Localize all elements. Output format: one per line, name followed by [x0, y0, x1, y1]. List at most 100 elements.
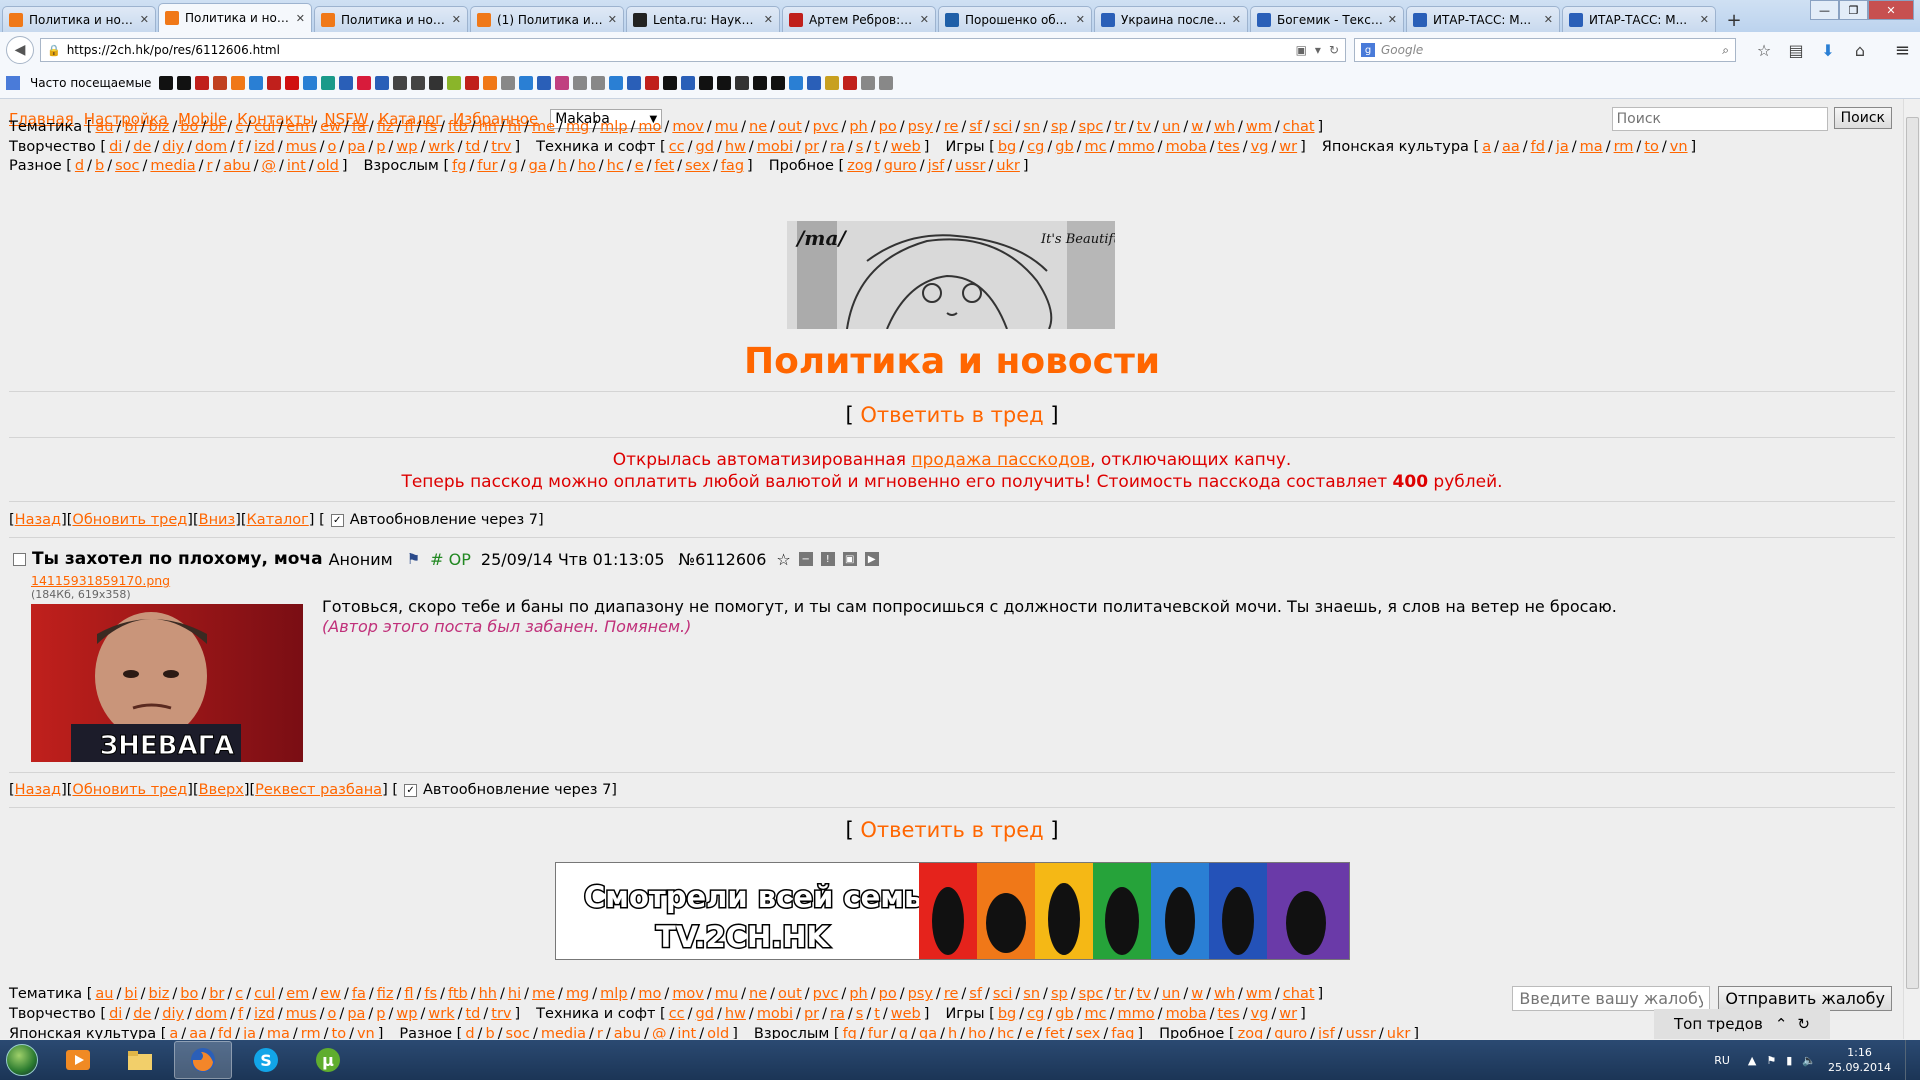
board-link[interactable]: vn: [357, 1026, 375, 1039]
board-link[interactable]: po: [879, 119, 897, 135]
board-link[interactable]: fag: [721, 158, 744, 174]
board-link[interactable]: rm: [1614, 139, 1634, 155]
browser-tab[interactable]: Политика и нов... ✕: [158, 3, 312, 32]
browser-tab[interactable]: Политика и нов... ✕: [2, 6, 156, 32]
board-link[interactable]: bg: [998, 139, 1016, 155]
board-link[interactable]: trv: [491, 1006, 511, 1022]
board-link[interactable]: mc: [1085, 1006, 1107, 1022]
board-link[interactable]: un: [1162, 119, 1180, 135]
board-link[interactable]: cul: [254, 986, 275, 1002]
complaint-input[interactable]: [1512, 986, 1711, 1011]
web-search-bar[interactable]: g Google ⌕: [1354, 38, 1736, 62]
board-link[interactable]: hw: [725, 139, 746, 155]
board-link[interactable]: gd: [696, 1006, 714, 1022]
board-link[interactable]: s: [856, 139, 864, 155]
browser-tab[interactable]: Политика и нов... ✕: [314, 6, 468, 32]
board-link[interactable]: bi: [124, 986, 137, 1002]
board-link[interactable]: cg: [1027, 1006, 1044, 1022]
board-link[interactable]: ew: [320, 986, 341, 1002]
board-link[interactable]: d: [465, 1026, 474, 1039]
board-link[interactable]: ga: [919, 1026, 937, 1039]
board-link[interactable]: gb: [1055, 1006, 1073, 1022]
board-link[interactable]: po: [879, 986, 897, 1002]
downloads-icon[interactable]: ⬇: [1812, 41, 1844, 60]
board-link[interactable]: em: [286, 119, 309, 135]
show-desktop-button[interactable]: [1905, 1040, 1920, 1080]
nav-refresh-link[interactable]: Обновить тред: [72, 512, 187, 528]
address-bar[interactable]: 🔒 https://2ch.hk/po/res/6112606.html ▣ ▾…: [40, 38, 1346, 62]
board-link[interactable]: mu: [715, 986, 738, 1002]
bookmark-favicon-icon[interactable]: [807, 76, 822, 90]
bookmark-favicon-icon[interactable]: [285, 76, 300, 90]
volume-icon[interactable]: 🔈: [1802, 1054, 1816, 1067]
board-link[interactable]: mg: [566, 986, 589, 1002]
dropdown-icon[interactable]: ▾: [1315, 43, 1321, 57]
new-tab-button[interactable]: +: [1720, 8, 1748, 32]
board-link[interactable]: wh: [1214, 119, 1235, 135]
board-link[interactable]: sp: [1051, 986, 1068, 1002]
board-link[interactable]: soc: [506, 1026, 530, 1039]
board-link[interactable]: di: [109, 139, 122, 155]
board-link[interactable]: dom: [195, 1006, 227, 1022]
bookmark-favicon-icon[interactable]: [573, 76, 588, 90]
start-button[interactable]: [0, 1040, 44, 1080]
bookmark-favicon-icon[interactable]: [393, 76, 408, 90]
board-link[interactable]: sci: [993, 119, 1013, 135]
board-link[interactable]: rm: [301, 1026, 321, 1039]
board-link[interactable]: t: [874, 1006, 880, 1022]
post-select-checkbox[interactable]: [13, 552, 26, 566]
close-window-button[interactable]: ✕: [1868, 0, 1914, 20]
board-link[interactable]: out: [778, 986, 802, 1002]
board-link[interactable]: cc: [669, 139, 685, 155]
board-link[interactable]: mu: [715, 119, 738, 135]
expand-post-icon[interactable]: ▣: [842, 552, 857, 566]
board-link[interactable]: old: [317, 158, 339, 174]
bookmark-favicon-icon[interactable]: [537, 76, 552, 90]
board-link[interactable]: hc: [997, 1026, 1014, 1039]
board-link[interactable]: wp: [396, 1006, 417, 1022]
favorite-star-icon[interactable]: ☆: [776, 550, 790, 569]
board-link[interactable]: ra: [830, 139, 845, 155]
board-link[interactable]: vg: [1251, 139, 1269, 155]
board-link[interactable]: diy: [162, 139, 184, 155]
board-link[interactable]: izd: [254, 1006, 275, 1022]
browser-tab[interactable]: ИТАР-ТАСС: М... ✕: [1406, 6, 1560, 32]
board-link[interactable]: sex: [1076, 1026, 1101, 1039]
board-link[interactable]: gd: [696, 139, 714, 155]
board-link[interactable]: pa: [347, 1006, 365, 1022]
board-link[interactable]: di: [109, 1006, 122, 1022]
board-link[interactable]: fet: [655, 158, 675, 174]
autoupdate-checkbox[interactable]: ✓: [404, 783, 418, 797]
board-link[interactable]: fs: [424, 119, 437, 135]
board-link[interactable]: wrk: [428, 1006, 454, 1022]
language-indicator[interactable]: RU: [1714, 1054, 1730, 1067]
board-link[interactable]: trv: [491, 139, 511, 155]
board-link[interactable]: mo: [638, 119, 661, 135]
top-threads-panel[interactable]: Топ тредов ⌃ ↻: [1654, 1009, 1830, 1039]
nav-catalog-link[interactable]: Каталог: [247, 512, 309, 528]
board-link[interactable]: wrk: [428, 139, 454, 155]
bookmark-favicon-icon[interactable]: [231, 76, 246, 90]
board-link[interactable]: e: [1025, 1026, 1034, 1039]
bookmark-favicon-icon[interactable]: [465, 76, 480, 90]
board-link[interactable]: out: [778, 119, 802, 135]
board-link[interactable]: hh: [479, 119, 497, 135]
board-link[interactable]: f: [238, 139, 243, 155]
board-link[interactable]: ja: [243, 1026, 256, 1039]
board-link[interactable]: sn: [1023, 986, 1040, 1002]
board-link[interactable]: int: [287, 158, 306, 174]
board-link[interactable]: ussr: [1346, 1026, 1376, 1039]
board-link[interactable]: p: [376, 1006, 385, 1022]
nav-up-link[interactable]: Вверх: [199, 782, 244, 798]
board-link[interactable]: tes: [1218, 1006, 1240, 1022]
board-link[interactable]: diy: [162, 1006, 184, 1022]
board-link[interactable]: media: [541, 1026, 586, 1039]
board-link[interactable]: ew: [320, 119, 341, 135]
board-link[interactable]: w: [1191, 119, 1203, 135]
board-link[interactable]: de: [133, 1006, 151, 1022]
board-link[interactable]: ho: [578, 158, 596, 174]
bookmark-favicon-icon[interactable]: [429, 76, 444, 90]
board-link[interactable]: zog: [847, 158, 873, 174]
board-link[interactable]: wm: [1246, 986, 1272, 1002]
board-link[interactable]: web: [891, 1006, 921, 1022]
